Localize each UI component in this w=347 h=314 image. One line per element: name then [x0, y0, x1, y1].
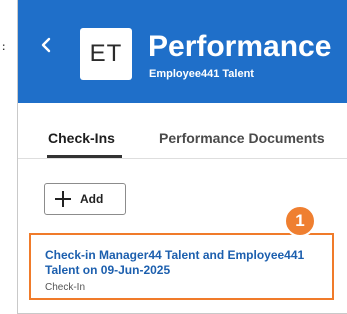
tab-performance-documents[interactable]: Performance Documents — [159, 129, 325, 147]
employee-name: Employee441 Talent — [149, 68, 254, 80]
check-in-title[interactable]: Check-in Manager44 Talent and Employee44… — [45, 248, 325, 278]
page-header: ET Performance Employee441 Talent — [18, 0, 347, 103]
check-in-card[interactable]: Check-in Manager44 Talent and Employee44… — [29, 233, 334, 300]
performance-panel: ET Performance Employee441 Talent Check-… — [17, 0, 347, 314]
screenshot-stage: : ET Performance Employee441 Talent Chec… — [0, 0, 347, 314]
page-title: Performance — [148, 30, 332, 63]
check-in-type: Check-In — [45, 282, 86, 293]
plus-icon — [55, 191, 71, 207]
avatar: ET — [80, 28, 132, 80]
selected-tab-indicator — [47, 155, 122, 158]
tab-bar: Check-Ins Performance Documents — [18, 103, 347, 159]
add-button-label: Add — [80, 192, 104, 206]
callout-badge: 1 — [284, 205, 316, 237]
cursor-marker: : — [2, 42, 6, 53]
add-button[interactable]: Add — [44, 183, 126, 215]
chevron-left-icon[interactable] — [40, 36, 52, 54]
tab-check-ins[interactable]: Check-Ins — [48, 129, 115, 147]
